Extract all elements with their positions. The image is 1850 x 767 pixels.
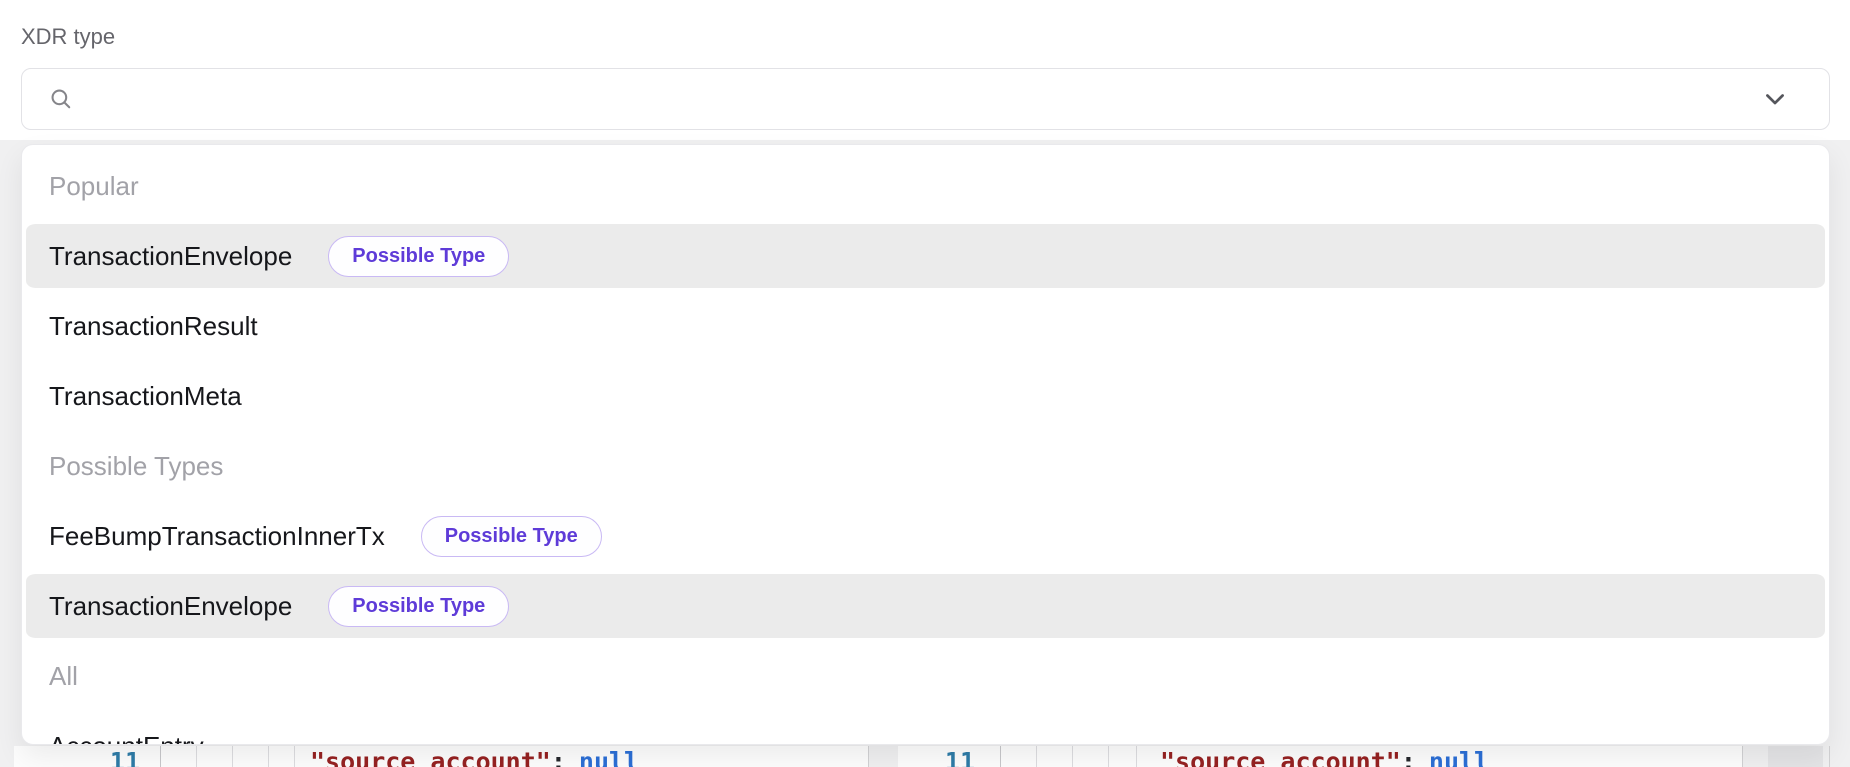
minimap (1768, 746, 1823, 767)
json-key: "source_account" (310, 747, 551, 767)
json-value: null (1429, 747, 1489, 767)
code-line: "source_account": null (310, 748, 639, 767)
dropdown-option-account-entry[interactable]: AccountEntry (22, 711, 1829, 745)
json-colon: : (1401, 747, 1416, 767)
dropdown-option-fee-bump-transaction-inner-tx[interactable]: FeeBumpTransactionInnerTx Possible Type (22, 501, 1829, 571)
indent-guide (1108, 746, 1109, 767)
json-key: "source_account" (1160, 747, 1401, 767)
dropdown-option-transaction-meta[interactable]: TransactionMeta (22, 361, 1829, 431)
section-header-label: All (49, 661, 78, 692)
possible-type-badge: Possible Type (328, 586, 509, 627)
option-label: TransactionMeta (49, 381, 242, 412)
section-header-all: All (22, 641, 1829, 711)
xdr-type-dropdown: Popular TransactionEnvelope Possible Typ… (21, 144, 1830, 745)
indent-guide (1036, 746, 1037, 767)
indent-guide (196, 746, 197, 767)
xdr-type-select[interactable] (21, 68, 1830, 130)
possible-type-badge: Possible Type (421, 516, 602, 557)
indent-guide (232, 746, 233, 767)
section-header-popular: Popular (22, 151, 1829, 221)
gutter-border (160, 746, 161, 767)
section-header-label: Popular (49, 171, 139, 202)
dropdown-option-transaction-result[interactable]: TransactionResult (22, 291, 1829, 361)
gutter-border (1000, 746, 1001, 767)
section-header-possible-types: Possible Types (22, 431, 1829, 501)
section-header-label: Possible Types (49, 451, 223, 482)
json-value: null (579, 747, 639, 767)
option-label: FeeBumpTransactionInnerTx (49, 521, 385, 552)
panel-right-edge (1829, 746, 1830, 767)
dropdown-option-transaction-envelope[interactable]: TransactionEnvelope Possible Type (26, 221, 1825, 291)
dropdown-option-transaction-envelope-2[interactable]: TransactionEnvelope Possible Type (26, 571, 1825, 641)
indent-guide (1136, 746, 1137, 767)
option-label: TransactionResult (49, 311, 258, 342)
code-line: "source_account": null (1160, 748, 1489, 767)
json-colon: : (551, 747, 566, 767)
xdr-type-label: XDR type (21, 24, 115, 50)
diff-left-panel: 11 "source_account": null (14, 746, 869, 767)
line-number: 11 (898, 748, 975, 767)
chevron-down-icon[interactable] (1761, 85, 1803, 113)
diff-right-panel: 11 "source_account": null (898, 746, 1743, 767)
indent-guide (1072, 746, 1073, 767)
indent-guide (294, 746, 295, 767)
indent-guide (268, 746, 269, 767)
option-label: TransactionEnvelope (49, 241, 292, 272)
option-label: AccountEntry (49, 731, 204, 746)
search-icon (48, 86, 74, 112)
possible-type-badge: Possible Type (328, 236, 509, 277)
search-input[interactable] (90, 85, 1761, 113)
option-label: TransactionEnvelope (49, 591, 292, 622)
line-number: 11 (14, 748, 140, 767)
json-diff-strip: 11 "source_account": null 11 "source_acco… (0, 746, 1850, 767)
